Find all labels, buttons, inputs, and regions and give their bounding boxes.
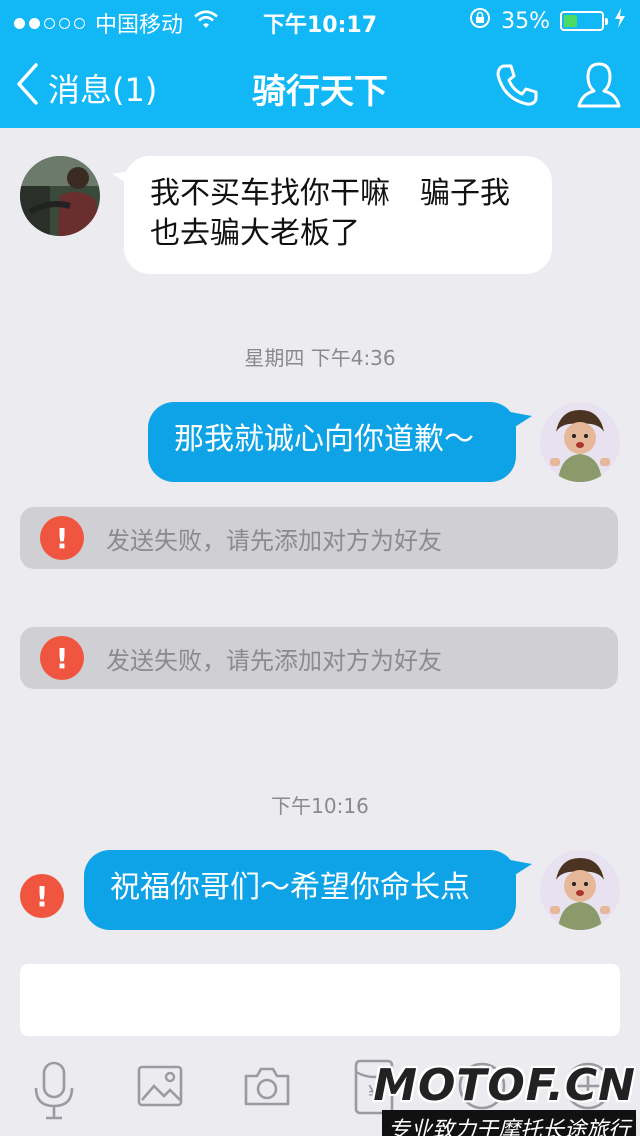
send-failed-notice: ! 发送失败，请先添加对方为好友 [20,627,618,689]
microphone-icon[interactable] [32,1060,76,1126]
phone-icon[interactable] [494,62,540,112]
watermark: MOTOF.CN 专业致力于摩托长途旅行 [373,1064,636,1136]
watermark-logo: MOTOF.CN [373,1060,636,1111]
notice-text: 发送失败，请先添加对方为好友 [106,646,442,675]
watermark-tagline: 专业致力于摩托长途旅行 [381,1110,636,1136]
message-input[interactable] [20,964,620,1036]
person-icon[interactable] [576,60,622,114]
battery-percent: 35% [501,8,550,34]
message-bubble-outgoing[interactable]: 祝福你哥们～希望你命长点 [84,850,516,930]
top-bar: 中国移动 下午10:17 35% 消息(1) 骑行天下 [0,0,640,128]
send-failed-notice: ! 发送失败，请先添加对方为好友 [20,507,618,569]
nav-bar: 消息(1) 骑行天下 [0,40,640,128]
resend-error-icon[interactable]: ! [20,874,64,918]
timestamp: 下午10:16 [271,794,369,818]
message-text-line: 也去骗大老板了 [150,216,360,251]
my-avatar[interactable] [540,402,620,482]
message-text: 祝福你哥们～希望你命长点 [110,870,470,905]
message-bubble-outgoing[interactable]: 那我就诚心向你道歉～ [148,402,516,482]
bubble-tail [510,412,532,430]
status-bar: 中国移动 下午10:17 35% [0,0,640,40]
image-icon[interactable] [136,1064,184,1112]
contact-avatar[interactable] [20,156,100,236]
bubble-tail [510,860,532,878]
message-text-line: 我不买车找你干嘛 骗子我 [150,176,510,211]
error-icon: ! [40,516,84,560]
notice-text: 发送失败，请先添加对方为好友 [106,526,442,555]
timestamp: 星期四 下午4:36 [244,346,396,370]
charging-icon [614,8,626,34]
camera-icon[interactable] [242,1064,292,1112]
my-avatar[interactable] [540,850,620,930]
message-text: 那我就诚心向你道歉～ [174,422,474,457]
error-icon: ! [40,636,84,680]
battery-icon [560,11,608,31]
rotation-lock-icon [469,7,491,35]
message-bubble-incoming[interactable]: 我不买车找你干嘛 骗子我 也去骗大老板了 [124,156,552,274]
